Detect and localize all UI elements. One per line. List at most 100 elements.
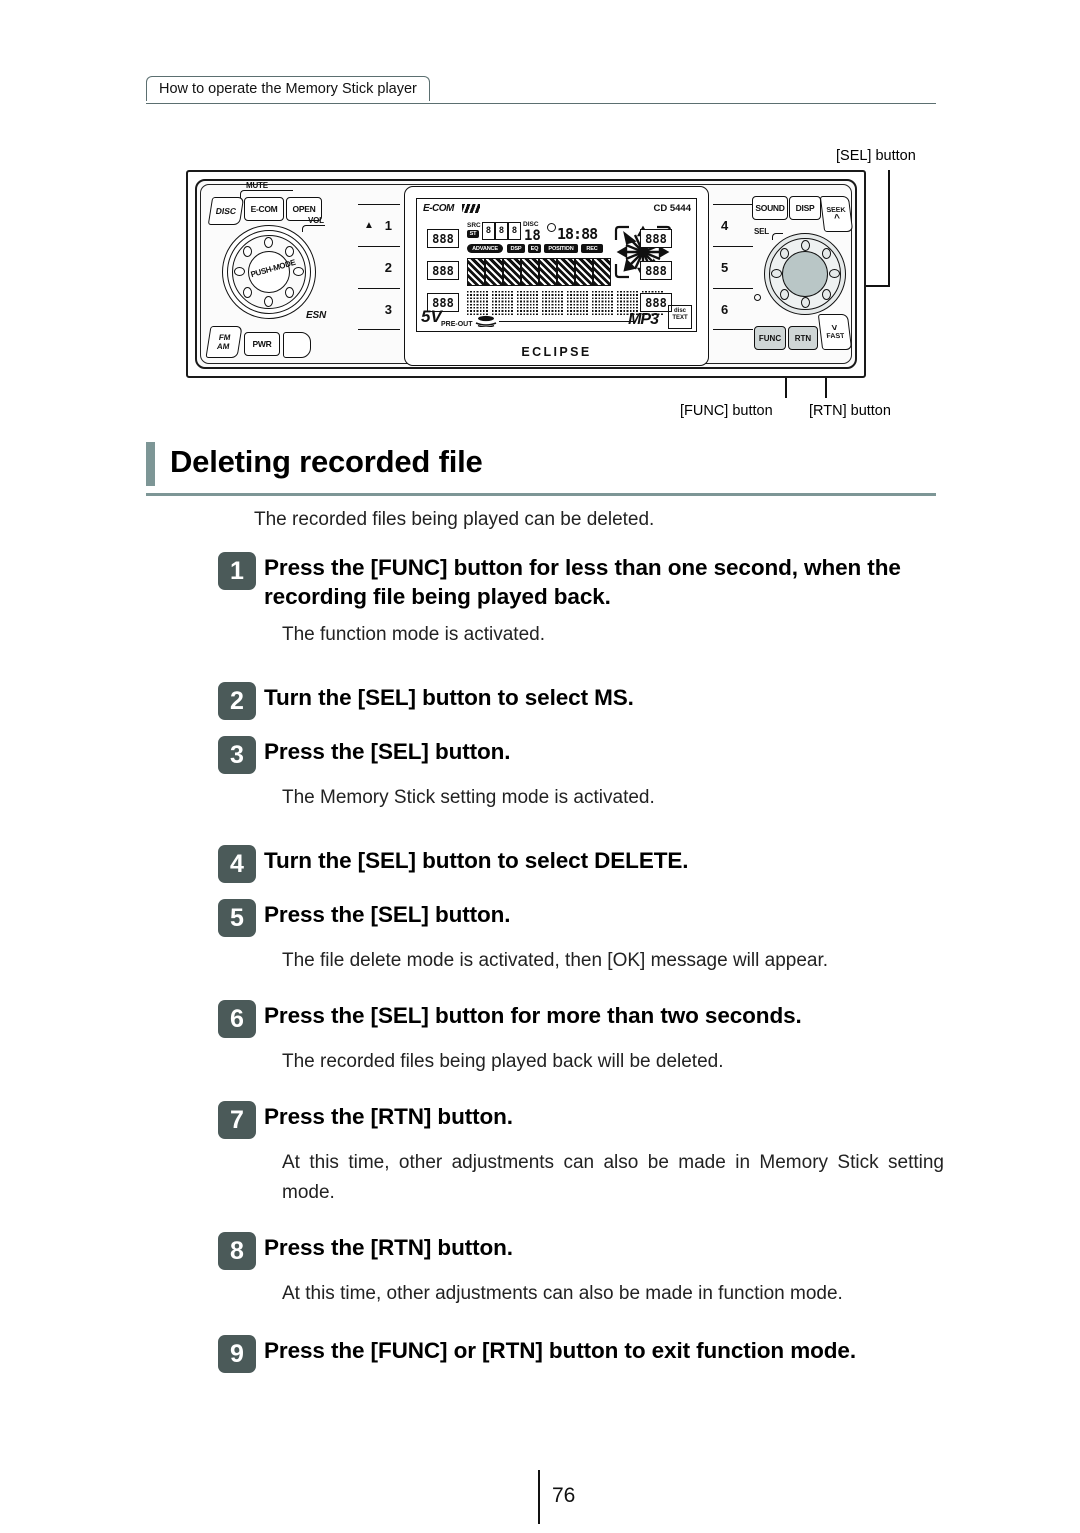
preset-button-5[interactable]: 5: [713, 246, 753, 288]
knob-indicator-nw: [243, 246, 252, 257]
sel-button-knob[interactable]: [782, 251, 828, 297]
step-2-number-badge: 2: [218, 682, 256, 720]
fast-down-button[interactable]: ˅ FAST: [817, 314, 853, 350]
lcd-tag-rec: REC: [581, 244, 603, 253]
eject-icon: ▲: [364, 220, 374, 231]
disp-button[interactable]: DISP: [789, 196, 821, 220]
lcd-screen: E-COM CD 5444 888 888 888 SRC ST 8 8 8 D…: [416, 198, 697, 332]
sel-indicator-nw: [780, 248, 789, 259]
sel-indicator-e: [829, 269, 840, 278]
reset-button[interactable]: [283, 332, 311, 358]
preset-button-4[interactable]: 4: [713, 204, 753, 246]
step-4: 4 Turn the [SEL] button to select DELETE…: [218, 845, 944, 883]
knob-indicator-e: [293, 267, 304, 276]
preset-label-1: 1: [384, 218, 392, 233]
lcd-model-tag: CD 5444: [653, 203, 692, 214]
lcd-dot-matrix-3: [517, 291, 539, 315]
page-footer: 76: [0, 1470, 1080, 1530]
preset-buttons-right: 4 5 6: [713, 204, 753, 334]
step-6-number-badge: 6: [218, 1000, 256, 1038]
lcd-dot-matrix-4: [542, 291, 564, 315]
step-6-title: Press the [SEL] button for more than two…: [264, 1003, 802, 1028]
step-5-number-badge: 5: [218, 899, 256, 937]
preset-button-3[interactable]: 3: [358, 288, 400, 330]
step-6-heading: 6 Press the [SEL] button for more than t…: [218, 1000, 944, 1038]
step-9-heading: 9 Press the [FUNC] or [RTN] button to ex…: [218, 1335, 944, 1373]
knob-indicator-sw: [243, 287, 252, 298]
func-button[interactable]: FUNC: [754, 326, 786, 350]
preset-label-6: 6: [721, 301, 729, 317]
car-stereo-head-unit: MUTE DISC E-COM OPEN VOL PUSH-MODE ESN F…: [186, 170, 866, 378]
fm-am-button[interactable]: FM AM: [205, 326, 243, 358]
step-4-heading: 4 Turn the [SEL] button to select DELETE…: [218, 845, 944, 883]
sel-indicator-n: [801, 240, 810, 251]
step-1: 1 Press the [FUNC] button for less than …: [218, 552, 944, 650]
section-intro-text: The recorded files being played can be d…: [254, 509, 655, 530]
lcd-disc-number: 18: [524, 228, 541, 244]
running-header: How to operate the Memory Stick player: [146, 76, 936, 104]
preset-button-1[interactable]: ▲ 1: [358, 204, 400, 246]
rtn-button[interactable]: RTN: [788, 326, 818, 350]
eclipse-brand-logo: ECLIPSE: [521, 345, 592, 359]
chevron-up-icon: ^: [833, 212, 841, 224]
preset-buttons-left: ▲ 1 2 3: [358, 204, 400, 334]
vol-bracket: [302, 225, 325, 232]
lcd-src-indicator: SRC: [467, 222, 481, 229]
step-7-number-badge: 7: [218, 1101, 256, 1139]
lcd-char-6: [557, 258, 575, 286]
knob-indicator-n: [264, 237, 273, 248]
step-8-number-badge: 8: [218, 1232, 256, 1270]
lcd-mp3-logo: MP3: [628, 311, 659, 328]
lcd-ecom-tag: E-COM: [423, 203, 454, 214]
sel-indicator-sw: [780, 289, 789, 300]
lcd-src-digit-2: 8: [495, 222, 508, 240]
lcd-char-7: [575, 258, 593, 286]
step-5-heading: 5 Press the [SEL] button.: [218, 899, 944, 937]
step-6-description: The recorded files being played back wil…: [282, 1051, 724, 1072]
preset-button-2[interactable]: 2: [358, 246, 400, 288]
callout-line-sel-vertical: [888, 170, 890, 286]
step-3-number-badge: 3: [218, 736, 256, 774]
head-unit-figure: [SEL] button [FUNC] button [RTN] button …: [146, 120, 936, 430]
running-head-tab: How to operate the Memory Stick player: [146, 76, 430, 101]
step-5-description: The file delete mode is activated, then …: [282, 950, 829, 971]
step-4-number-badge: 4: [218, 845, 256, 883]
step-1-heading: 1 Press the [FUNC] button for less than …: [218, 552, 944, 611]
preset-button-6[interactable]: 6: [713, 288, 753, 330]
step-9: 9 Press the [FUNC] or [RTN] button to ex…: [218, 1335, 944, 1373]
step-8-heading: 8 Press the [RTN] button.: [218, 1232, 944, 1270]
step-7-description: At this time, other adjustments can also…: [282, 1152, 944, 1203]
lcd-tag-eq: EQ: [528, 244, 541, 253]
sound-button[interactable]: SOUND: [752, 196, 788, 220]
knob-indicator-s: [264, 296, 273, 307]
section-title-block: Deleting recorded file: [146, 440, 936, 496]
lcd-segment-right-1: 888: [640, 229, 672, 248]
knob-indicator-ne: [285, 246, 294, 257]
lcd-dot-matrix-1: [467, 291, 489, 315]
sel-label: SEL: [754, 227, 769, 236]
disc-button[interactable]: DISC: [207, 197, 245, 225]
lcd-preout-voltage: 5V: [421, 307, 442, 326]
step-1-description: The function mode is activated.: [282, 624, 545, 645]
sel-indicator-s: [801, 297, 810, 308]
preset-label-5: 5: [721, 260, 729, 275]
footer-divider: [538, 1470, 540, 1524]
step-8: 8 Press the [RTN] button. At this time, …: [218, 1232, 944, 1309]
seek-up-button[interactable]: SEEK ^: [819, 196, 854, 232]
fast-label: FAST: [826, 332, 845, 340]
callout-label-func: [FUNC] button: [680, 403, 773, 419]
lcd-ecom-bars: [462, 204, 480, 213]
pwr-button[interactable]: PWR: [244, 332, 280, 356]
step-1-number-badge: 1: [218, 552, 256, 590]
step-4-title: Turn the [SEL] button to select DELETE.: [264, 848, 689, 873]
lcd-preout-label: PRE-OUT: [441, 321, 473, 328]
step-3: 3 Press the [SEL] button. The Memory Sti…: [218, 736, 944, 813]
e-com-button[interactable]: E-COM: [244, 197, 284, 221]
right-control-cluster: SOUND DISP SEEK ^ SEL FUNC RTN ˅ FAST: [752, 186, 854, 362]
page-title: Deleting recorded file: [170, 444, 483, 479]
step-2: 2 Turn the [SEL] button to select MS.: [218, 682, 944, 720]
page-number: 76: [552, 1484, 576, 1507]
step-3-heading: 3 Press the [SEL] button.: [218, 736, 944, 774]
knob-indicator-se: [285, 287, 294, 298]
preset-label-3: 3: [384, 301, 392, 317]
